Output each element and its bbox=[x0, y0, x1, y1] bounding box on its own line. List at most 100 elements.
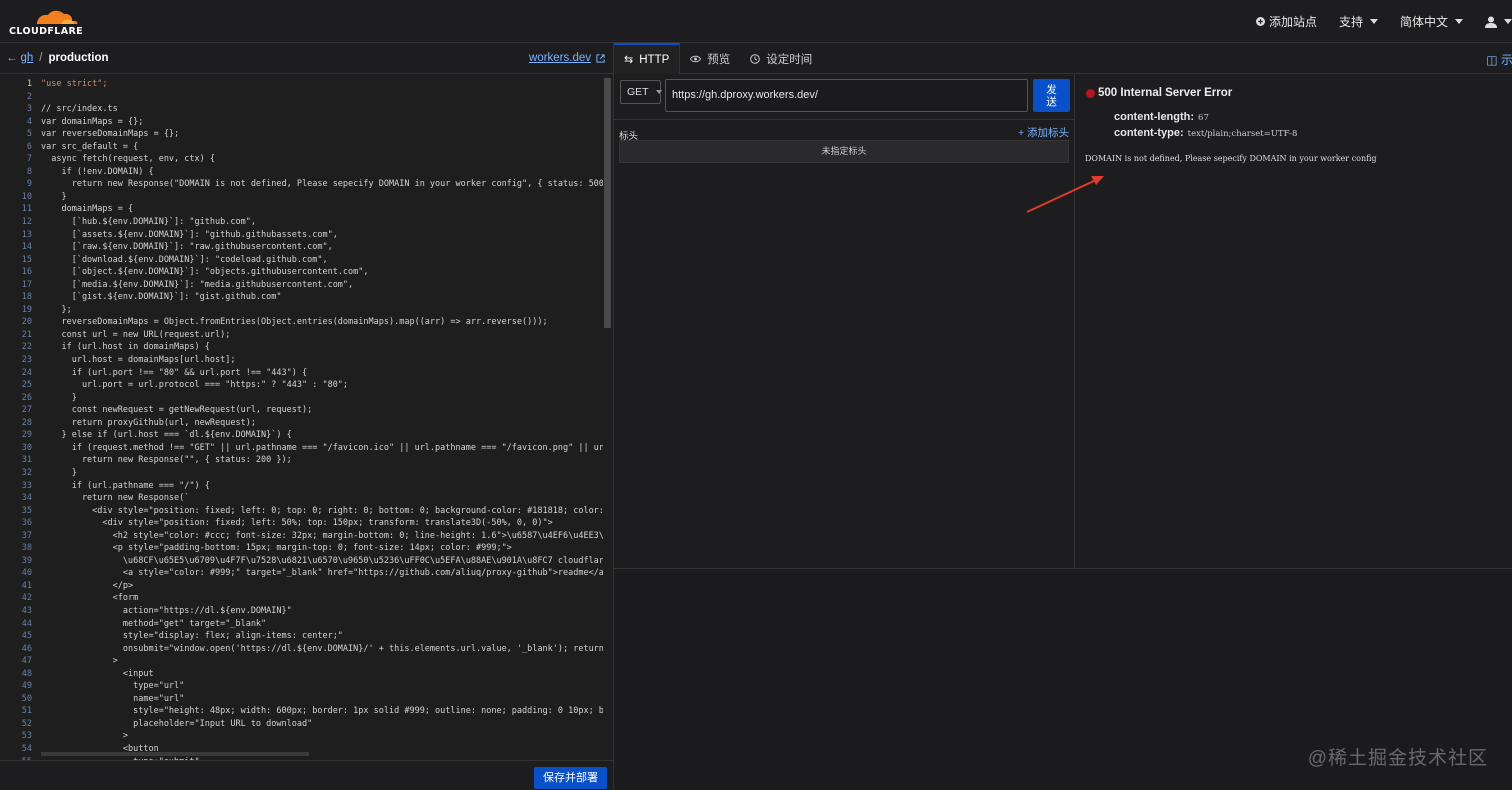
code-line[interactable]: [`download.${env.DOMAIN}`]: "codeload.gi… bbox=[41, 254, 603, 267]
workers-dev-link[interactable]: workers.dev bbox=[529, 52, 605, 64]
code-line[interactable]: const url = new URL(request.url); bbox=[41, 329, 603, 342]
line-number: 45 bbox=[21, 631, 32, 642]
code-line[interactable]: <input bbox=[41, 668, 603, 681]
line-number: 37 bbox=[21, 530, 32, 541]
tab-schedule[interactable]: 设定时间 bbox=[740, 43, 822, 74]
code-line[interactable]: return new Response("DOMAIN is not defin… bbox=[41, 178, 603, 191]
code-line[interactable]: method="get" target="_blank" bbox=[41, 618, 603, 631]
code-line[interactable]: } else if (url.host === `dl.${env.DOMAIN… bbox=[41, 429, 603, 442]
code-line[interactable]: if (request.method !== "GET" || url.path… bbox=[41, 442, 603, 455]
code-line[interactable]: \u68CF\u65E5\u6709\u4F7F\u7528\u6821\u65… bbox=[41, 555, 603, 568]
cloudflare-logo[interactable]: CLOUDFLARE bbox=[9, 6, 83, 38]
code-line[interactable]: name="url" bbox=[41, 693, 603, 706]
code-line[interactable]: return proxyGithub(url, newRequest); bbox=[41, 417, 603, 430]
code-line[interactable]: > bbox=[41, 730, 603, 743]
add-site-button[interactable]: 添加站点 bbox=[1255, 13, 1317, 30]
code-line[interactable]: [`assets.${env.DOMAIN}`]: "github.github… bbox=[41, 229, 603, 242]
http-method-select[interactable]: GET bbox=[620, 80, 662, 104]
back-arrow-icon[interactable]: ← bbox=[6, 52, 18, 64]
code-line[interactable]: domainMaps = { bbox=[41, 203, 603, 216]
code-line[interactable]: url.port = url.protocol === "https:" ? "… bbox=[41, 379, 603, 392]
line-number: 39 bbox=[21, 555, 32, 566]
horizontal-scrollbar[interactable] bbox=[41, 752, 309, 756]
panel-toggle-icon: ◫ bbox=[1486, 53, 1498, 67]
add-header-button[interactable]: + 添加标头 bbox=[1018, 125, 1069, 140]
code-line[interactable]: <form bbox=[41, 592, 603, 605]
line-number: 11 bbox=[21, 204, 32, 215]
code-line[interactable]: if (url.pathname === "/") { bbox=[41, 480, 603, 493]
line-number: 35 bbox=[21, 505, 32, 516]
line-number: 34 bbox=[21, 493, 32, 504]
code-line[interactable]: reverseDomainMaps = Object.fromEntries(O… bbox=[41, 316, 603, 329]
code-line[interactable]: [`media.${env.DOMAIN}`]: "media.githubus… bbox=[41, 279, 603, 292]
eye-icon bbox=[690, 55, 702, 62]
response-pane: 500 Internal Server Error content-length… bbox=[1075, 74, 1512, 568]
chevron-down-icon bbox=[1504, 19, 1512, 24]
code-line[interactable]: </p> bbox=[41, 580, 603, 593]
code-line[interactable]: style="height: 48px; width: 600px; borde… bbox=[41, 705, 603, 718]
code-line[interactable]: <h2 style="color: #ccc; font-size: 32px;… bbox=[41, 530, 603, 543]
vertical-scrollbar[interactable] bbox=[604, 78, 611, 328]
send-button[interactable]: 发送 bbox=[1033, 79, 1070, 112]
line-number: 30 bbox=[21, 442, 32, 453]
tab-http[interactable]: ⇆ HTTP bbox=[614, 43, 681, 74]
code-line[interactable]: style="display: flex; align-items: cente… bbox=[41, 630, 603, 643]
code-line[interactable]: // src/index.ts bbox=[41, 103, 603, 116]
code-line[interactable]: async fetch(request, env, ctx) { bbox=[41, 153, 603, 166]
code-line[interactable]: }; bbox=[41, 304, 603, 317]
code-line[interactable]: onsubmit="window.open('https://dl.${env.… bbox=[41, 643, 603, 656]
code-lines[interactable]: "use strict"; // src/index.ts var domainMa… bbox=[41, 78, 603, 760]
panel-right-action[interactable]: ◫ 示 bbox=[1486, 51, 1512, 68]
line-number: 6 bbox=[26, 141, 32, 152]
tab-preview[interactable]: 预览 bbox=[680, 43, 740, 74]
code-line[interactable]: [`gist.${env.DOMAIN}`]: "gist.github.com… bbox=[41, 291, 603, 304]
brand-name: CLOUDFLARE bbox=[9, 26, 84, 37]
line-number: 40 bbox=[21, 568, 32, 579]
line-number: 27 bbox=[21, 405, 32, 416]
code-line[interactable]: placeholder="Input URL to download" bbox=[41, 718, 603, 731]
code-line[interactable]: <a style="color: #999;" target="_blank" … bbox=[41, 567, 603, 580]
line-number: 28 bbox=[21, 417, 32, 428]
code-line[interactable]: > bbox=[41, 655, 603, 668]
breadcrumb-project-link[interactable]: gh bbox=[21, 52, 34, 64]
code-line[interactable]: [`hub.${env.DOMAIN}`]: "github.com", bbox=[41, 216, 603, 229]
code-line[interactable] bbox=[41, 91, 603, 104]
code-line[interactable]: <div style="position: fixed; left: 50%; … bbox=[41, 517, 603, 530]
code-line[interactable]: type="url" bbox=[41, 680, 603, 693]
code-line[interactable]: "use strict"; bbox=[41, 78, 603, 91]
code-line[interactable]: } bbox=[41, 191, 603, 204]
line-number: 19 bbox=[21, 304, 32, 315]
code-line[interactable]: <p style="padding-bottom: 15px; margin-t… bbox=[41, 542, 603, 555]
code-line[interactable]: <div style="position: fixed; left: 0; to… bbox=[41, 505, 603, 518]
code-line[interactable]: } bbox=[41, 392, 603, 405]
tab-http-label: HTTP bbox=[639, 53, 670, 66]
line-number: 51 bbox=[21, 706, 32, 717]
code-line[interactable]: var domainMaps = {}; bbox=[41, 116, 603, 129]
tab-preview-label: 预览 bbox=[707, 53, 731, 66]
language-menu[interactable]: 简体中文 bbox=[1400, 13, 1463, 30]
code-line[interactable]: action="https://dl.${env.DOMAIN}" bbox=[41, 605, 603, 618]
code-line[interactable]: if (!env.DOMAIN) { bbox=[41, 166, 603, 179]
save-and-deploy-button[interactable]: 保存并部署 bbox=[534, 767, 607, 789]
plus-circle-icon bbox=[1255, 17, 1265, 26]
code-line[interactable]: var src_default = { bbox=[41, 141, 603, 154]
user-menu[interactable] bbox=[1485, 16, 1512, 28]
header-name: content-length: bbox=[1114, 111, 1195, 123]
swap-arrows-icon: ⇆ bbox=[624, 54, 634, 66]
line-number: 49 bbox=[21, 681, 32, 692]
code-line[interactable]: if (url.host in domainMaps) { bbox=[41, 341, 603, 354]
code-line[interactable]: [`raw.${env.DOMAIN}`]: "raw.githubuserco… bbox=[41, 241, 603, 254]
line-number: 1 bbox=[26, 79, 32, 89]
code-line[interactable]: return new Response("", { status: 200 })… bbox=[41, 454, 603, 467]
editor-footer: 保存并部署 bbox=[0, 760, 613, 790]
code-line[interactable]: var reverseDomainMaps = {}; bbox=[41, 128, 603, 141]
support-menu[interactable]: 支持 bbox=[1339, 13, 1378, 30]
code-line[interactable]: if (url.port !== "80" && url.port !== "4… bbox=[41, 367, 603, 380]
code-editor[interactable]: 1 2 3 4 5 6 7 8 9 10 11 12 13 14 15 16 17 18 19 20 21 22 23 24 2… bbox=[0, 74, 613, 760]
code-line[interactable]: url.host = domainMaps[url.host]; bbox=[41, 354, 603, 367]
code-line[interactable]: [`object.${env.DOMAIN}`]: "objects.githu… bbox=[41, 266, 603, 279]
code-line[interactable]: } bbox=[41, 467, 603, 480]
code-line[interactable]: const newRequest = getNewRequest(url, re… bbox=[41, 404, 603, 417]
code-line[interactable]: return new Response(` bbox=[41, 492, 603, 505]
url-input[interactable]: https://gh.dproxy.workers.dev/ bbox=[665, 79, 1028, 112]
